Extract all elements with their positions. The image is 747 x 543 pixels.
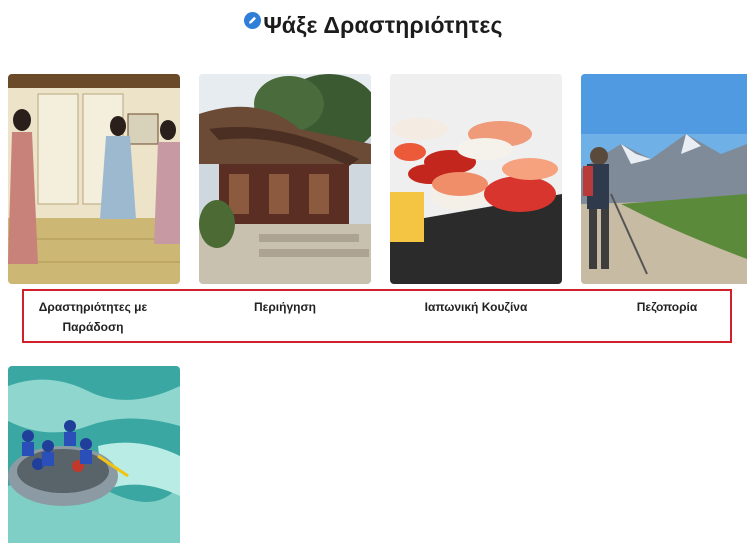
hiking-photo [581, 74, 747, 284]
sushi-photo [390, 74, 562, 284]
activity-label-sightseeing[interactable]: Περιήγηση [218, 297, 352, 317]
activity-card-sightseeing-image[interactable] [199, 74, 371, 284]
page-header: Ψάξε Δραστηριότητες [0, 8, 747, 42]
activity-label-cuisine[interactable]: Ιαπωνική Κουζίνα [405, 297, 547, 317]
page-title: Ψάξε Δραστηριότητες [263, 11, 503, 38]
pencil-badge-icon [244, 11, 262, 29]
activity-label-traditional[interactable]: Δραστηριότητες με Παράδοση [26, 297, 160, 337]
activity-card-hiking-image[interactable] [581, 74, 747, 284]
activity-card-rafting-image[interactable] [8, 366, 180, 543]
activity-card-cuisine-image[interactable] [390, 74, 562, 284]
rafting-photo [8, 366, 180, 543]
activity-label-hiking[interactable]: Πεζοπορία [600, 297, 734, 317]
shrine-photo [199, 74, 371, 284]
activity-card-traditional-image[interactable] [8, 74, 180, 284]
traditional-dance-photo [8, 74, 180, 284]
